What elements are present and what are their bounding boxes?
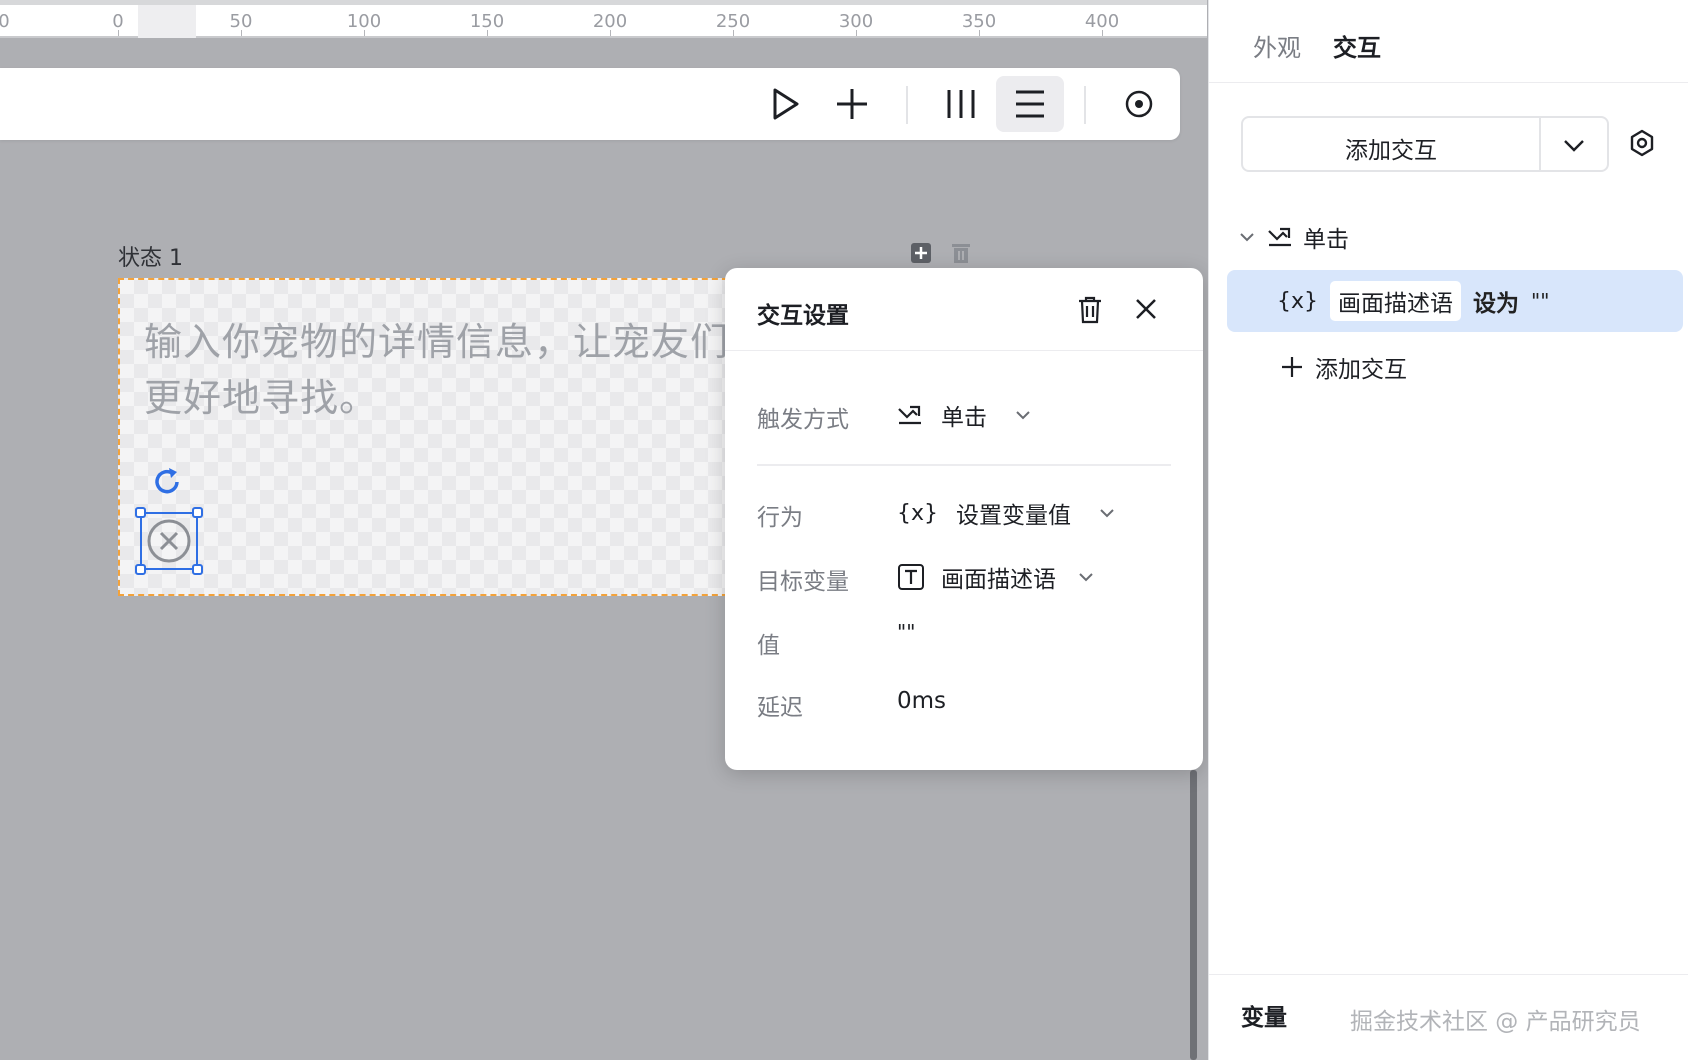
target-variable-value: 画面描述语 — [941, 567, 1056, 593]
ruler-tick — [856, 30, 857, 36]
rotate-icon[interactable] — [150, 465, 184, 499]
resize-handle[interactable] — [135, 507, 146, 518]
add-state-icon[interactable] — [910, 242, 932, 264]
settings-icon[interactable] — [1627, 128, 1657, 158]
popup-divider — [757, 464, 1171, 466]
text-variable-icon — [898, 564, 924, 590]
value-label: 值 — [757, 633, 780, 659]
play-icon — [773, 88, 799, 120]
tab-appearance[interactable]: 外观 — [1253, 28, 1301, 63]
chevron-down-icon[interactable] — [1239, 232, 1255, 242]
resize-handle[interactable] — [135, 564, 146, 575]
properties-panel: 外观 交互 添加交互 单击 {x} 画面描述语 设为 "" 添加交互 变量 — [1208, 0, 1688, 1060]
trigger-group[interactable]: 单击 — [1239, 220, 1349, 254]
plus-icon — [1282, 357, 1302, 377]
chevron-down-icon — [1079, 573, 1093, 582]
value-input[interactable]: "" — [897, 620, 915, 644]
ruler-label: 350 — [961, 11, 997, 32]
ruler-label: 0 — [112, 11, 124, 32]
popup-title: 交互设置 — [757, 303, 849, 329]
ruler-tick — [241, 30, 242, 36]
trigger-label: 触发方式 — [757, 407, 849, 433]
canvas-scrollbar[interactable] — [1190, 770, 1197, 1060]
trash-icon[interactable] — [1077, 296, 1103, 324]
interaction-settings-popup: 交互设置 触发方式 单击 行为 {x} 设置变量值 目标变量 画面描述语 值 "… — [725, 268, 1203, 770]
add-button[interactable] — [823, 76, 881, 132]
play-button[interactable] — [757, 76, 815, 132]
chevron-down-icon — [1100, 509, 1114, 518]
chevron-down-icon[interactable] — [1561, 132, 1587, 158]
ruler-label: 50 — [229, 11, 253, 32]
add-interaction-label: 添加交互 — [1315, 357, 1407, 383]
ruler-tick — [118, 30, 119, 36]
add-interaction-link[interactable]: 添加交互 — [1281, 350, 1407, 384]
ruler-tick — [1102, 30, 1103, 36]
ruler-tick — [364, 30, 365, 36]
trigger-select[interactable]: 单击 — [897, 398, 1031, 432]
delay-label: 延迟 — [757, 695, 803, 721]
ruler-label: 400 — [1084, 11, 1120, 32]
variables-section-label[interactable]: 变量 — [1241, 998, 1287, 1032]
ruler-label: 250 — [715, 11, 751, 32]
variable-icon: {x} — [897, 500, 939, 526]
popup-header-divider — [725, 350, 1203, 351]
target-variable-label: 目标变量 — [757, 569, 849, 595]
button-divider — [1539, 118, 1541, 170]
ruler-tick — [979, 30, 980, 36]
resize-handle[interactable] — [192, 564, 203, 575]
add-interaction-button-label: 添加交互 — [1345, 138, 1437, 164]
tab-interaction[interactable]: 交互 — [1333, 28, 1381, 63]
click-trigger-icon — [1268, 227, 1291, 247]
action-label: 行为 — [757, 505, 803, 531]
action-select[interactable]: {x} 设置变量值 — [897, 496, 1115, 530]
panel-footer-divider — [1209, 974, 1688, 975]
clear-icon — [147, 519, 191, 563]
ruler-label: 150 — [469, 11, 505, 32]
canvas-toolbar — [0, 68, 1180, 140]
ruler-label: 100 — [346, 11, 382, 32]
click-trigger-icon — [898, 405, 921, 425]
state-actions — [910, 242, 972, 264]
textarea-component[interactable]: 输入你宠物的详情信息，让宠友们更好地寻找。 — [118, 278, 738, 596]
ruler-selection-shade — [138, 5, 196, 38]
interaction-action-row[interactable]: {x} 画面描述语 设为 "" — [1227, 270, 1683, 332]
resize-handle[interactable] — [192, 507, 203, 518]
toolbar-divider — [1084, 86, 1086, 124]
ruler-label: 200 — [592, 11, 628, 32]
variable-chip: 画面描述语 — [1330, 281, 1462, 321]
ruler-tick — [610, 30, 611, 36]
horizontal-ruler: 0 0 50 100 150 200 250 300 350 400 — [0, 0, 1207, 38]
selection-box[interactable] — [135, 507, 203, 575]
columns-icon — [947, 90, 975, 118]
target-icon — [1125, 90, 1153, 118]
ruler-label: 300 — [838, 11, 874, 32]
action-verb: 设为 — [1473, 291, 1520, 317]
panel-header-divider — [1209, 82, 1688, 83]
add-interaction-button[interactable]: 添加交互 — [1241, 116, 1609, 172]
columns-layout-button[interactable] — [932, 76, 990, 132]
delay-input[interactable]: 0ms — [897, 688, 946, 714]
watermark: 掘金技术社区 @ 产品研究员 — [1350, 1009, 1641, 1035]
chevron-down-icon — [1016, 411, 1030, 420]
rows-icon — [1016, 90, 1044, 118]
variable-icon: {x} — [1277, 288, 1319, 314]
state-label: 状态 1 — [118, 246, 183, 271]
ruler-tick — [733, 30, 734, 36]
target-button[interactable] — [1110, 76, 1168, 132]
textarea-placeholder: 输入你宠物的详情信息，让宠友们更好地寻找。 — [144, 320, 730, 420]
toolbar-divider — [906, 86, 908, 124]
trigger-value: 单击 — [941, 405, 987, 431]
action-value: 设置变量值 — [956, 503, 1072, 529]
close-icon[interactable] — [1133, 296, 1159, 322]
trigger-label: 单击 — [1303, 227, 1349, 253]
rows-layout-button[interactable] — [996, 76, 1064, 132]
ruler-tick — [487, 30, 488, 36]
ruler-label: 0 — [0, 11, 10, 32]
action-value: "" — [1531, 289, 1550, 313]
plus-icon — [837, 89, 867, 119]
delete-state-icon[interactable] — [950, 242, 972, 264]
target-variable-select[interactable]: 画面描述语 — [897, 560, 1094, 594]
